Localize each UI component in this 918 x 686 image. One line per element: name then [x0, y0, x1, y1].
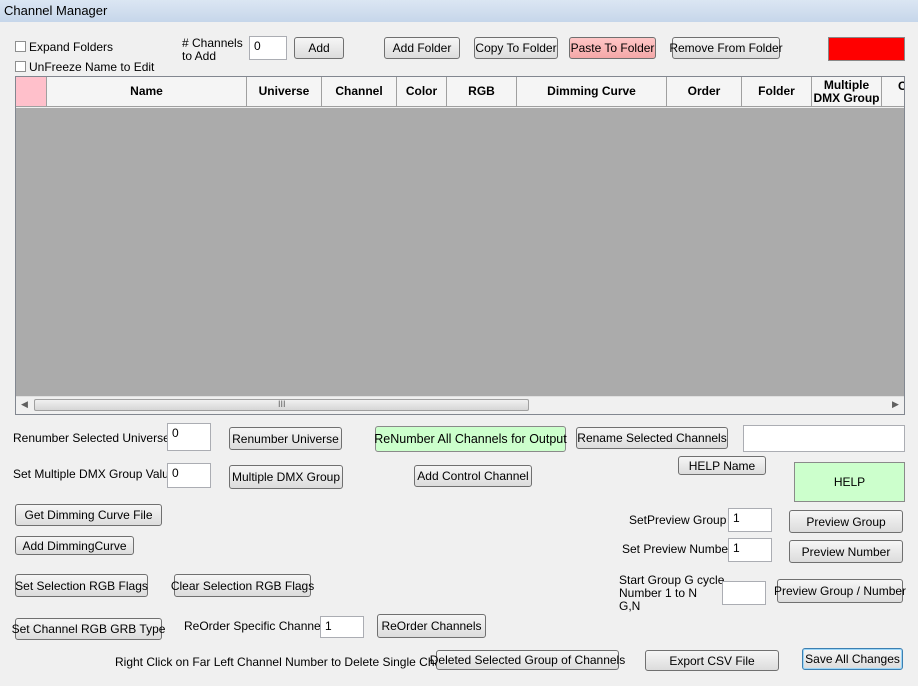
column-header-folder[interactable]: Folder: [742, 77, 812, 107]
column-header-channel[interactable]: Channel: [322, 77, 397, 107]
right-click-delete-hint: Right Click on Far Left Channel Number t…: [115, 655, 464, 669]
multiple-dmx-group-button[interactable]: Multiple DMX Group: [229, 465, 343, 489]
column-header-universe[interactable]: Universe: [247, 77, 322, 107]
horizontal-scrollbar[interactable]: ◀ III ▶: [16, 396, 904, 414]
channel-manager-window: Channel Manager Expand Folders UnFreeze …: [0, 0, 918, 686]
preview-group-input[interactable]: 1: [728, 508, 772, 532]
column-header-partial[interactable]: C: [882, 77, 904, 107]
set-preview-number-label: Set Preview Number: [622, 542, 733, 556]
set-channel-rgb-grb-type-button[interactable]: Set Channel RGB GRB Type: [12, 618, 165, 640]
preview-number-input[interactable]: 1: [728, 538, 772, 562]
color-indicator[interactable]: [828, 37, 905, 61]
set-selection-rgb-flags-button[interactable]: Set Selection RGB Flags: [15, 574, 148, 597]
preview-group-number-button[interactable]: Preview Group / Number: [774, 579, 906, 603]
column-header-dimming-curve[interactable]: Dimming Curve: [517, 77, 667, 107]
reorder-channels-button[interactable]: ReOrder Channels: [377, 614, 486, 638]
renumber-selected-universe-label: Renumber Selected Universe: [13, 431, 170, 445]
remove-from-folder-button[interactable]: Remove From Folder: [669, 37, 783, 59]
column-header-multiple-line2: DMX Group: [813, 90, 880, 105]
column-header-multiple-dmx-group[interactable]: Multiple DMX Group: [812, 77, 882, 107]
window-title: Channel Manager: [4, 3, 108, 18]
paste-to-folder-button[interactable]: Paste To Folder: [569, 37, 656, 59]
rename-channels-input[interactable]: [743, 425, 905, 452]
column-header-color[interactable]: Color: [397, 77, 447, 107]
delete-selected-group-button[interactable]: Deleted Selected Group of Channels: [430, 650, 625, 670]
set-multiple-dmx-group-label: Set Multiple DMX Group Value: [13, 467, 176, 481]
add-button[interactable]: Add: [294, 37, 344, 59]
expand-folders-label: Expand Folders: [29, 40, 114, 54]
reorder-specific-channels-label: ReOrder Specific Channels: [184, 619, 330, 633]
clear-selection-rgb-flags-button[interactable]: Clear Selection RGB Flags: [171, 574, 314, 597]
scroll-thumb[interactable]: III: [34, 399, 529, 411]
column-header-name[interactable]: Name: [47, 77, 247, 107]
add-control-channel-button[interactable]: Add Control Channel: [414, 465, 532, 487]
help-name-button[interactable]: HELP Name: [678, 456, 766, 475]
channels-to-add-input[interactable]: 0: [249, 36, 287, 60]
export-csv-file-button[interactable]: Export CSV File: [645, 650, 779, 671]
scroll-left-icon[interactable]: ◀: [21, 399, 28, 410]
save-all-changes-button[interactable]: Save All Changes: [802, 648, 903, 670]
get-dimming-curve-file-button[interactable]: Get Dimming Curve File: [15, 504, 162, 526]
multiple-dmx-group-input[interactable]: 0: [167, 463, 211, 488]
preview-number-button[interactable]: Preview Number: [789, 540, 903, 563]
renumber-universe-input[interactable]: 0: [167, 423, 211, 451]
rename-selected-channels-button[interactable]: Rename Selected Channels: [576, 427, 728, 449]
start-group-label-line3: G,N: [619, 599, 641, 613]
unfreeze-name-label: UnFreeze Name to Edit: [29, 60, 155, 74]
set-preview-group-label: SetPreview Group: [629, 513, 727, 527]
grid-header: Name Universe Channel Color RGB Dimming …: [16, 77, 904, 108]
renumber-all-channels-button[interactable]: ReNumber All Channels for Output: [374, 426, 567, 452]
add-dimming-curve-button[interactable]: Add DimmingCurve: [15, 536, 134, 555]
preview-group-button[interactable]: Preview Group: [789, 510, 903, 533]
unfreeze-name-checkbox[interactable]: [15, 61, 26, 72]
column-header-order[interactable]: Order: [667, 77, 742, 107]
column-header-rgb[interactable]: RGB: [447, 77, 517, 107]
title-bar: Channel Manager: [0, 0, 918, 22]
grid-body[interactable]: [16, 108, 904, 398]
channels-to-add-label-line2: to Add: [182, 49, 217, 63]
add-folder-button[interactable]: Add Folder: [384, 37, 460, 59]
header-corner[interactable]: [16, 77, 47, 107]
column-header-multiple-line1: Multiple: [823, 77, 870, 92]
scroll-right-icon[interactable]: ▶: [892, 399, 899, 410]
column-header-folder-label: Folder: [758, 84, 795, 98]
reorder-channels-input[interactable]: 1: [320, 616, 364, 638]
scroll-grip-icon: III: [278, 399, 286, 409]
copy-to-folder-button[interactable]: Copy To Folder: [474, 37, 558, 59]
renumber-universe-button[interactable]: Renumber Universe: [229, 427, 342, 450]
expand-folders-checkbox[interactable]: [15, 41, 26, 52]
start-group-input[interactable]: [722, 581, 766, 605]
help-button[interactable]: HELP: [794, 462, 905, 502]
channel-grid[interactable]: Name Universe Channel Color RGB Dimming …: [15, 76, 905, 415]
